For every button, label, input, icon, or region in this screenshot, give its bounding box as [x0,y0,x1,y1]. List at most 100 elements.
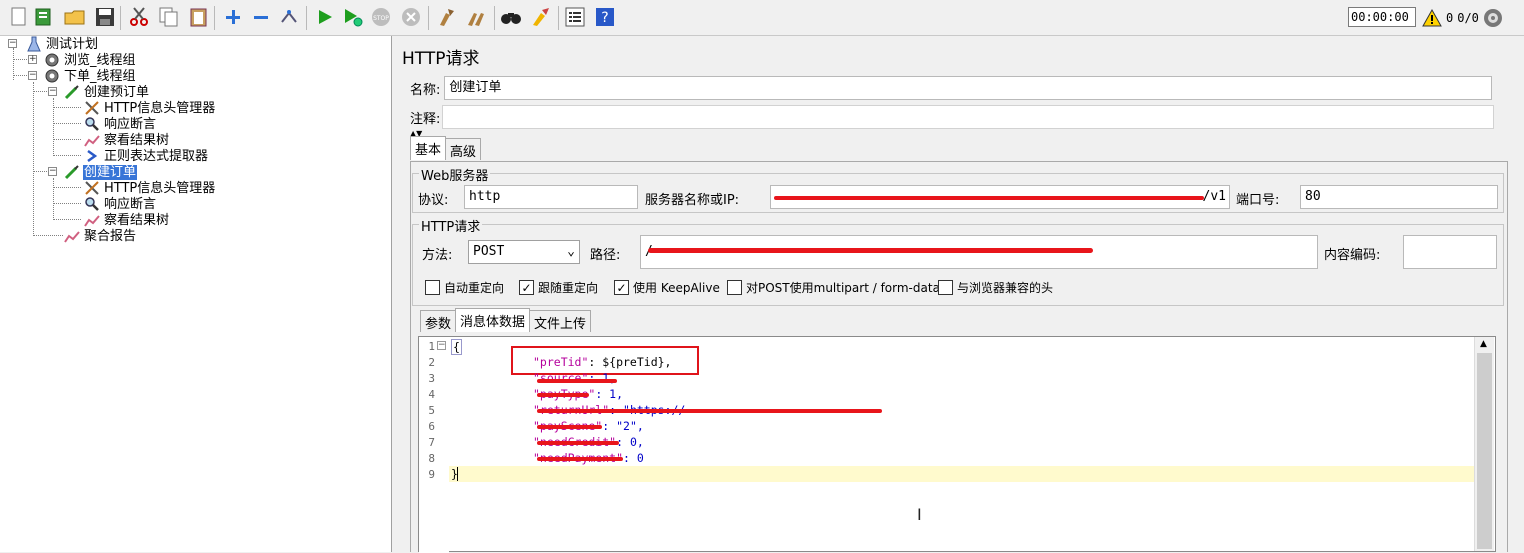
paste-icon[interactable] [188,6,210,28]
warning-count: 0 [1446,11,1454,25]
checkbox-multipart[interactable]: 对POST使用multipart / form-data [727,279,940,296]
checkbox-follow-redirect[interactable]: ✓ 跟随重定向 [519,279,598,296]
chevron-down-icon: ⌄ [567,244,575,259]
collapse-icon[interactable] [250,6,272,28]
check-icon[interactable]: ✓ [519,280,534,295]
redaction-mark [774,196,1204,200]
function-helper-icon[interactable] [564,6,586,28]
search-icon[interactable] [500,6,522,28]
clear-icon[interactable] [436,6,458,28]
panel-title: HTTP请求 [402,49,480,69]
tree-item-results-tree-1[interactable]: 察看结果树 [84,132,170,148]
tree-item-header-manager-2[interactable]: HTTP信息头管理器 [84,180,216,196]
chart-icon [84,132,100,148]
tab-body-data[interactable]: 消息体数据 [455,308,531,332]
tree-item-results-tree-2[interactable]: 察看结果树 [84,212,170,228]
remote-icon[interactable] [1483,8,1503,28]
checkbox-keepalive[interactable]: ✓ 使用 KeepAlive [614,279,720,296]
tab-parameters[interactable]: 参数 [420,310,457,332]
checkbox-box[interactable] [425,280,440,295]
tree-toggle-create-order[interactable]: − [48,167,57,176]
text-cursor-icon: I [917,505,922,524]
scroll-up-icon[interactable]: ▲ [1480,339,1487,349]
protocol-label: 协议: [418,193,449,208]
chart-icon [64,228,80,244]
protocol-field[interactable]: http [464,185,638,209]
expand-icon[interactable] [222,6,244,28]
editor-scrollbar[interactable]: ▲ [1474,337,1494,551]
name-field[interactable]: 创建订单 [444,76,1493,100]
save-icon[interactable] [94,6,116,28]
tree-toggle-browse-group[interactable]: + [28,55,37,64]
port-label: 端口号: [1236,193,1280,208]
tools-icon [84,100,100,116]
tree-item-header-manager-1[interactable]: HTTP信息头管理器 [84,100,216,116]
comment-label: 注释: [410,111,441,127]
tree-item-order-thread-group[interactable]: 下单_线程组 [44,68,137,84]
new-icon[interactable] [8,6,30,28]
tree-item-create-pre-order[interactable]: 创建预订单 [64,84,150,100]
tree-item-regex-extractor[interactable]: 正则表达式提取器 [84,148,209,164]
tree-toggle-order-group[interactable]: − [28,71,37,80]
method-label: 方法: [422,248,453,263]
stop-icon[interactable]: STOP [370,6,392,28]
http-request-title: HTTP请求 [419,216,483,235]
shutdown-icon[interactable] [400,6,422,28]
redaction-mark [648,248,1093,253]
tree-toggle-root[interactable]: − [8,39,17,48]
encoding-field[interactable] [1403,235,1497,269]
checkbox-box[interactable] [727,280,742,295]
active-threads: 0/0 [1457,11,1479,25]
templates-icon[interactable] [34,6,56,28]
gear-icon [44,52,60,68]
tab-basic[interactable]: 基本 [410,136,447,160]
fold-toggle[interactable]: − [437,341,446,350]
magnifier-icon [84,116,100,132]
method-select[interactable]: POST ⌄ [468,240,580,264]
test-plan-tree: − + − − − 测试计划 浏览_线程组 下单_线程组 创建预订单 HTTP信… [0,36,392,552]
check-icon[interactable]: ✓ [614,280,629,295]
help-icon[interactable]: ? [594,6,616,28]
scroll-thumb[interactable] [1477,353,1492,549]
toggle-icon[interactable] [278,6,300,28]
checkbox-browser-headers[interactable]: 与浏览器兼容的头 [938,279,1053,296]
tools-icon [84,180,100,196]
server-suffix: /v1 [1202,189,1226,204]
tab-advanced[interactable]: 高级 [445,138,482,160]
tab-file-upload[interactable]: 文件上传 [529,310,592,332]
clear-all-icon[interactable] [466,6,488,28]
tree-item-aggregate-report[interactable]: 聚合报告 [64,228,137,244]
status-area: 0 0/0 [1422,6,1503,30]
start-no-pause-icon[interactable] [342,6,364,28]
checkbox-auto-redirect[interactable]: 自动重定向 [425,279,504,296]
toolbar: STOP ? 00:00:00 0 0/0 [0,0,1524,36]
open-icon[interactable] [64,6,86,28]
start-icon[interactable] [314,6,336,28]
tree-toggle-pre-order[interactable]: − [48,87,57,96]
server-label: 服务器名称或IP: [645,193,740,208]
checkbox-box[interactable] [938,280,953,295]
tree-item-test-plan[interactable]: 测试计划 [26,36,99,52]
tree-item-browse-thread-group[interactable]: 浏览_线程组 [44,52,137,68]
comment-field[interactable] [442,105,1495,129]
tree-item-create-order[interactable]: 创建订单 [64,164,138,180]
method-value: POST [473,244,505,259]
text-caret [457,467,458,481]
copy-icon[interactable] [158,6,180,28]
magnifier-icon [84,196,100,212]
body-data-editor[interactable]: 1 2 3 4 5 6 7 8 9 − { "preTid": ${preTid… [418,336,1496,553]
warning-icon[interactable] [1422,9,1442,27]
test-plan-icon [26,36,42,52]
name-label: 名称: [410,82,441,98]
web-server-title: Web服务器 [419,165,491,184]
tree-item-response-assertion-1[interactable]: 响应断言 [84,116,157,132]
cut-icon[interactable] [128,6,150,28]
port-field[interactable]: 80 [1300,185,1498,209]
tree-item-response-assertion-2[interactable]: 响应断言 [84,196,157,212]
pipette-icon [64,164,80,180]
svg-text:STOP: STOP [373,15,389,22]
reset-search-icon[interactable] [530,6,552,28]
encoding-label: 内容编码: [1324,248,1381,263]
gear-icon [44,68,60,84]
current-line-highlight [449,466,1475,482]
